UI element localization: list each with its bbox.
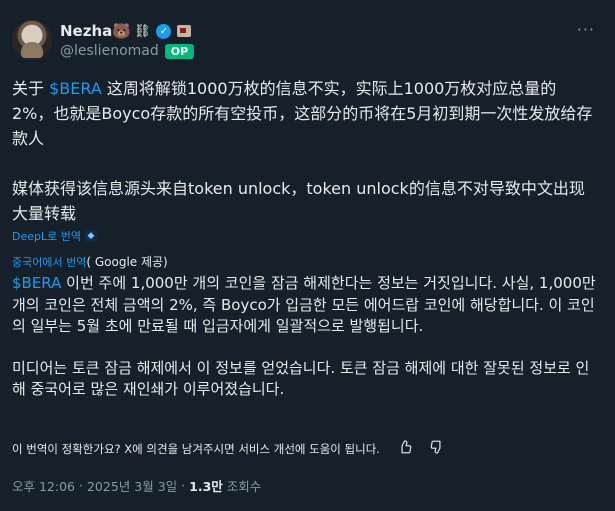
affiliate-badge-icon[interactable] (177, 25, 192, 37)
translated-from-link[interactable]: 중국어에서 번역 (12, 256, 86, 269)
views-label: 조회수 (226, 479, 262, 494)
original-text-prefix: 关于 (12, 79, 50, 98)
translation-feedback-row: 이 번역이 정확한가요? X에 의견을 남겨주시면 서비스 개선에 도움이 됩니… (12, 440, 444, 458)
op-badge: OP (164, 43, 195, 59)
handle-row: @leslienomad OP (60, 43, 195, 59)
views-count: 1.3만 (189, 479, 223, 494)
verified-badge-icon[interactable]: ✓ (156, 23, 172, 39)
translated-from-row: 중국어에서 번역( Google 제공) (12, 253, 168, 270)
translation-provider: ( Google 제공) (86, 255, 168, 269)
tweet-original-text: 关于 $BERA 这周将解锁1000万枚的信息不实，实际上1000万枚对应总量的… (12, 76, 597, 226)
more-dots-icon[interactable]: ··· (577, 20, 595, 39)
translation-text-body: 이번 주에 1,000만 개의 코인을 잠금 해제한다는 정보는 거짓입니다. … (12, 274, 596, 335)
deepl-translate-row: DeepL로 번역 ◆ (12, 228, 97, 244)
translation-paragraph-1: $BERA 이번 주에 1,000만 개의 코인을 잠금 해제한다는 정보는 거… (12, 273, 602, 338)
original-paragraph-1: 关于 $BERA 这周将解锁1000万枚的信息不实，实际上1000万枚对应总量的… (12, 76, 597, 151)
meta-separator: · (181, 478, 186, 493)
translation-paragraph-2: 미디어는 토큰 잠금 해제에서 이 정보를 얻었습니다. 토큰 잠금 해제에 대… (12, 358, 590, 399)
original-paragraph-2: 媒体获得该信息源头来自token unlock，token unlock的信息不… (12, 179, 585, 223)
deepl-icon: ◆ (84, 230, 97, 242)
tweet-meta-row: 오후 12:06 · 2025년 3월 3일 · 1.3만 조회수 (12, 476, 261, 495)
translation-feedback-question: 이 번역이 정확한가요? X에 의견을 남겨주시면 서비스 개선에 도움이 됩니… (12, 442, 380, 456)
deepl-translate-link[interactable]: DeepL로 번역 (12, 228, 81, 244)
tweet-date[interactable]: 2025년 3월 3일 (87, 476, 177, 495)
meta-separator: · (79, 478, 83, 493)
author-handle[interactable]: @leslienomad (60, 43, 159, 59)
chain-emoji: ⛓ (133, 23, 151, 39)
author-name-row: Nezha🐻 ⛓ ✓ (60, 22, 192, 40)
cashtag-link[interactable]: $BERA (49, 79, 102, 98)
translation-cashtag-link[interactable]: $BERA (12, 274, 61, 292)
avatar[interactable] (12, 20, 52, 60)
tweet-header: Nezha🐻 ⛓ ✓ @leslienomad OP ··· (12, 15, 603, 65)
thumbs-up-icon[interactable] (398, 440, 412, 458)
display-name[interactable]: Nezha🐻 (60, 22, 131, 40)
tweet-time[interactable]: 오후 12:06 (12, 476, 75, 495)
thumbs-down-icon[interactable] (430, 440, 444, 458)
tweet-translation: $BERA 이번 주에 1,000만 개의 코인을 잠금 해제한다는 정보는 거… (12, 273, 602, 401)
